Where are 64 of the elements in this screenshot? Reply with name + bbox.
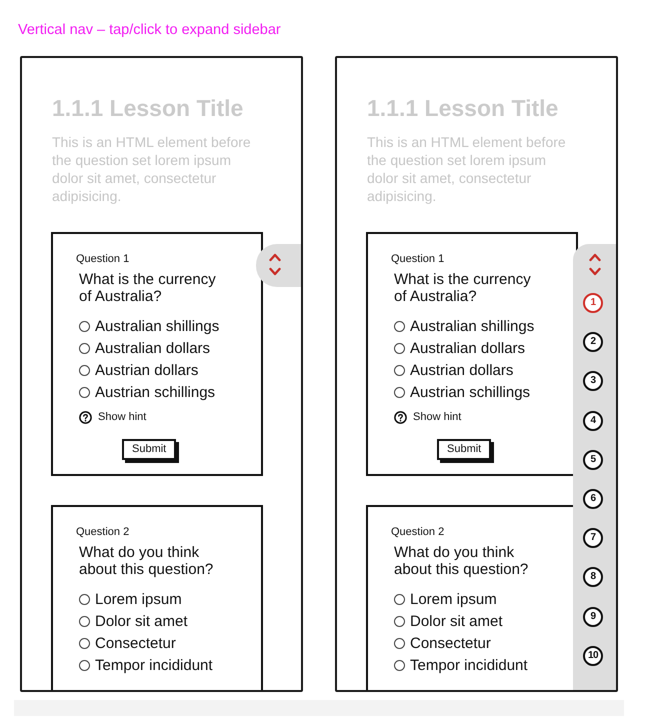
show-hint-button[interactable]: Show hint (79, 409, 146, 425)
answer-option[interactable]: Tempor incididunt (79, 654, 213, 676)
radio-icon[interactable] (394, 320, 405, 332)
question-number-button[interactable]: 2 (583, 332, 603, 352)
question-number-button[interactable]: 1 (583, 293, 603, 314)
radio-icon[interactable] (394, 594, 405, 604)
answer-option[interactable]: Australian dollars (394, 337, 526, 359)
radio-icon[interactable] (394, 342, 405, 354)
show-hint-button[interactable]: Show hint (394, 409, 462, 425)
note-caption: Vertical nav – tap/click to expand sidebar (18, 22, 281, 38)
question-number-button[interactable]: 3 (583, 371, 603, 392)
chevron-up-icon[interactable] (268, 253, 280, 262)
question-number-button[interactable]: 10 (583, 646, 603, 666)
answer-option[interactable]: Consectetur (79, 632, 176, 654)
radio-icon[interactable] (394, 660, 405, 670)
lesson-intro-text: This is an HTML element before the question set lorem ipsum dolor sit amet, consectetur adipisicing. (367, 133, 567, 205)
radio-icon[interactable] (394, 386, 405, 398)
chevron-up-icon[interactable] (588, 253, 600, 262)
radio-icon[interactable] (394, 616, 405, 626)
answer-option[interactable]: Dolor sit amet (394, 610, 503, 632)
chevron-down-icon[interactable] (588, 267, 600, 276)
answer-option[interactable]: Austrian schillings (394, 381, 530, 403)
question-text: What do you think about this question? (79, 544, 214, 578)
chevron-down-icon[interactable] (268, 267, 280, 276)
answer-option[interactable]: Austrian schillings (79, 381, 216, 403)
question-number-button[interactable]: 4 (583, 410, 603, 431)
answer-option[interactable]: Consectetur (394, 632, 491, 654)
question-text: What is the currency of Australia? (79, 271, 217, 305)
radio-icon[interactable] (394, 638, 405, 648)
radio-icon[interactable] (394, 364, 405, 376)
question-number-label: Question 1 (76, 252, 130, 266)
help-icon (394, 410, 407, 424)
question-text: What is the currency of Australia? (394, 271, 532, 305)
radio-icon[interactable] (79, 616, 90, 626)
submit-button[interactable]: Submit (122, 439, 176, 460)
answer-option[interactable]: Tempor incididunt (394, 654, 528, 676)
answer-option[interactable]: Austrian dollars (79, 359, 198, 381)
radio-icon[interactable] (79, 320, 90, 332)
answer-option[interactable]: Lorem ipsum (394, 588, 497, 610)
answer-option[interactable]: Dolor sit amet (79, 610, 188, 632)
sidebar-tab[interactable] (256, 244, 301, 287)
question-number-label: Question 2 (391, 525, 444, 539)
answer-option[interactable]: Australian shillings (79, 315, 220, 337)
question-number-button[interactable]: 9 (583, 606, 603, 627)
question-text: What do you think about this question? (394, 544, 530, 578)
help-icon (79, 410, 92, 424)
lesson-intro-text: This is an HTML element before the question set lorem ipsum dolor sit amet, consectetur adipisicing. (52, 133, 252, 205)
radio-icon[interactable] (79, 386, 90, 398)
radio-icon[interactable] (79, 364, 90, 376)
question-number-button[interactable]: 8 (583, 567, 603, 588)
question-number-button[interactable]: 7 (583, 528, 603, 548)
radio-icon[interactable] (79, 660, 90, 670)
answer-option[interactable]: Lorem ipsum (79, 588, 182, 610)
answer-option[interactable]: Austrian dollars (394, 359, 514, 381)
submit-button[interactable]: Submit (437, 439, 492, 460)
answer-option[interactable]: Australian dollars (79, 337, 210, 359)
answer-option[interactable]: Australian shillings (394, 315, 534, 337)
radio-icon[interactable] (79, 342, 90, 354)
question-number-label: Question 2 (76, 525, 130, 539)
question-number-button[interactable]: 5 (583, 450, 603, 470)
radio-icon[interactable] (79, 638, 90, 648)
radio-icon[interactable] (79, 594, 90, 604)
question-number-label: Question 1 (391, 252, 444, 266)
question-number-button[interactable]: 6 (583, 489, 603, 510)
